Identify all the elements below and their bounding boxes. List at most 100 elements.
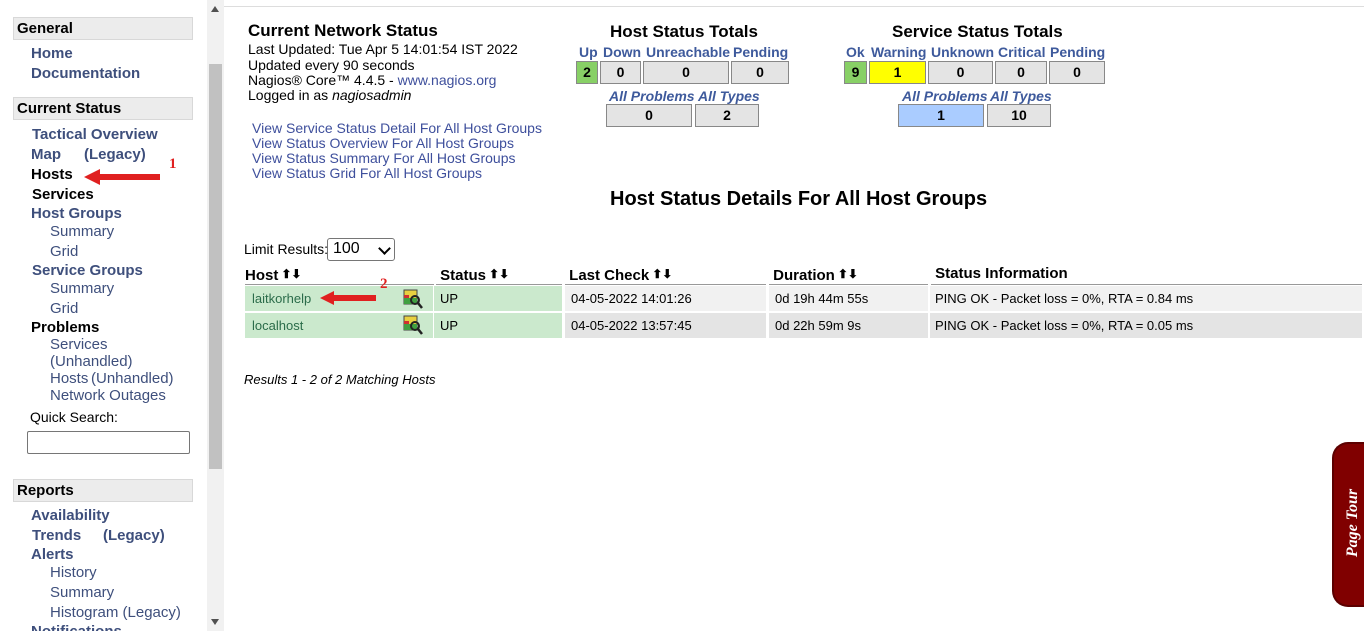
table-row-info: PING OK - Packet loss = 0%, RTA = 0.05 m… <box>930 313 1362 338</box>
host-totals-pending-header[interactable]: Pending <box>733 44 788 60</box>
nav-alerts-histogram[interactable]: Histogram (Legacy) <box>50 604 181 621</box>
nav-trends-legacy[interactable]: (Legacy) <box>103 527 165 544</box>
nav-availability[interactable]: Availability <box>31 507 110 524</box>
host-all-types-header[interactable]: All Types <box>698 88 760 104</box>
nav-tactical-overview[interactable]: Tactical Overview <box>32 126 158 143</box>
nav-service-groups-summary[interactable]: Summary <box>50 280 114 297</box>
table-row-info: PING OK - Packet loss = 0%, RTA = 0.84 m… <box>930 286 1362 311</box>
annotation-arrow-1 <box>84 169 160 185</box>
sort-arrows-icon[interactable]: ⬆⬇ <box>281 267 301 281</box>
main-content: Current Network Status Last Updated: Tue… <box>224 0 1364 631</box>
nav-problems-hosts-unhandled[interactable]: (Unhandled) <box>91 370 174 387</box>
column-header-last-check[interactable]: Last Check ⬆⬇ <box>565 264 766 285</box>
nav-problems[interactable]: Problems <box>31 319 99 336</box>
nagios-link[interactable]: www.nagios.org <box>398 72 497 88</box>
nav-notifications[interactable]: Notifications <box>31 623 122 631</box>
service-totals-ok-value[interactable]: 9 <box>844 61 867 84</box>
service-all-problems-value[interactable]: 1 <box>898 104 984 127</box>
nav-problems-services-unhandled[interactable]: (Unhandled) <box>50 353 133 370</box>
service-totals-warning-header[interactable]: Warning <box>871 44 926 60</box>
quick-search-input[interactable] <box>27 431 190 454</box>
annotation-arrow-2 <box>320 291 376 305</box>
sidebar-header-reports: Reports <box>13 479 193 502</box>
nav-host-groups[interactable]: Host Groups <box>31 205 122 222</box>
nav-map-legacy[interactable]: (Legacy) <box>84 146 146 163</box>
annotation-number-1: 1 <box>169 156 177 172</box>
page-tour-button[interactable]: Page Tour <box>1332 442 1364 607</box>
link-status-grid[interactable]: View Status Grid For All Host Groups <box>252 165 482 181</box>
host-detail-icon[interactable] <box>403 315 423 335</box>
nav-host-groups-summary[interactable]: Summary <box>50 223 114 240</box>
sort-arrows-icon[interactable]: ⬆⬇ <box>489 267 509 281</box>
limit-results-label: Limit Results: <box>244 241 329 257</box>
nav-hosts[interactable]: Hosts <box>31 166 73 183</box>
link-status-summary[interactable]: View Status Summary For All Host Groups <box>252 150 516 166</box>
service-totals-pending-header[interactable]: Pending <box>1050 44 1105 60</box>
nav-problems-hosts[interactable]: Hosts <box>50 370 88 387</box>
service-totals-unknown-value[interactable]: 0 <box>928 61 993 84</box>
column-header-host[interactable]: Host ⬆⬇ <box>245 264 434 285</box>
host-totals-up-value[interactable]: 2 <box>576 61 598 84</box>
nav-map[interactable]: Map <box>31 146 61 163</box>
host-totals-down-header[interactable]: Down <box>603 44 641 60</box>
host-link-laitkorhelp[interactable]: laitkorhelp <box>245 291 311 306</box>
nav-documentation[interactable]: Documentation <box>31 65 140 82</box>
column-header-status[interactable]: Status ⬆⬇ <box>436 264 562 285</box>
host-totals-down-value[interactable]: 0 <box>600 61 641 84</box>
host-detail-icon[interactable] <box>403 289 423 309</box>
host-totals-pending-value[interactable]: 0 <box>731 61 789 84</box>
service-totals-title: Service Status Totals <box>892 22 1063 41</box>
link-service-status-detail[interactable]: View Service Status Detail For All Host … <box>252 120 542 136</box>
scroll-down-icon[interactable] <box>211 619 219 625</box>
nav-service-groups[interactable]: Service Groups <box>32 262 143 279</box>
nav-alerts-summary[interactable]: Summary <box>50 584 114 601</box>
sort-arrows-icon[interactable]: ⬆⬇ <box>838 267 858 281</box>
service-totals-unknown-header[interactable]: Unknown <box>931 44 994 60</box>
host-all-problems-value[interactable]: 0 <box>606 104 692 127</box>
annotation-number-2: 2 <box>380 276 388 292</box>
nav-trends[interactable]: Trends <box>32 527 81 544</box>
service-all-types-value[interactable]: 10 <box>987 104 1051 127</box>
nav-services[interactable]: Services <box>32 186 94 203</box>
column-header-status-information: Status Information <box>931 264 1362 285</box>
nav-service-groups-grid[interactable]: Grid <box>50 300 78 317</box>
table-row-duration: 0d 22h 59m 9s <box>769 313 928 338</box>
link-status-overview[interactable]: View Status Overview For All Host Groups <box>252 135 514 151</box>
logged-user: nagiosadmin <box>332 87 412 103</box>
host-link-localhost[interactable]: localhost <box>245 318 303 333</box>
host-all-types-value[interactable]: 2 <box>695 104 759 127</box>
nav-alerts[interactable]: Alerts <box>31 546 74 563</box>
nav-alerts-history[interactable]: History <box>50 564 97 581</box>
nav-home[interactable]: Home <box>31 45 73 62</box>
service-all-problems-header[interactable]: All Problems <box>902 88 988 104</box>
service-totals-warning-value[interactable]: 1 <box>869 61 926 84</box>
nav-problems-services[interactable]: Services <box>50 336 108 353</box>
sidebar-scrollbar[interactable] <box>207 0 224 631</box>
core-version: Nagios® Core™ 4.4.5 - www.nagios.org <box>248 72 497 88</box>
sort-arrows-icon[interactable]: ⬆⬇ <box>652 267 672 281</box>
scroll-up-icon[interactable] <box>211 6 219 12</box>
table-row-duration: 0d 19h 44m 55s <box>769 286 928 311</box>
column-header-duration[interactable]: Duration ⬆⬇ <box>769 264 928 285</box>
scroll-thumb[interactable] <box>209 64 222 469</box>
sidebar: General Home Documentation Current Statu… <box>0 0 207 631</box>
service-totals-critical-value[interactable]: 0 <box>995 61 1047 84</box>
host-totals-up-header[interactable]: Up <box>579 44 598 60</box>
nav-host-groups-grid[interactable]: Grid <box>50 243 78 260</box>
page-tour-label: Page Tour <box>1344 488 1361 558</box>
limit-results-select[interactable]: 100 <box>327 238 395 261</box>
service-totals-ok-header[interactable]: Ok <box>846 44 865 60</box>
table-row-last-check: 04-05-2022 14:01:26 <box>565 286 766 311</box>
host-totals-unreachable-header[interactable]: Unreachable <box>646 44 730 60</box>
host-totals-unreachable-value[interactable]: 0 <box>643 61 729 84</box>
service-totals-pending-value[interactable]: 0 <box>1049 61 1105 84</box>
service-totals-critical-header[interactable]: Critical <box>998 44 1045 60</box>
host-all-problems-header[interactable]: All Problems <box>609 88 695 104</box>
last-updated: Last Updated: Tue Apr 5 14:01:54 IST 202… <box>248 41 518 57</box>
logged-in: Logged in as nagiosadmin <box>248 87 412 103</box>
results-count: Results 1 - 2 of 2 Matching Hosts <box>244 372 436 387</box>
service-all-types-header[interactable]: All Types <box>990 88 1052 104</box>
sidebar-header-current-status: Current Status <box>13 97 193 120</box>
table-row-last-check: 04-05-2022 13:57:45 <box>565 313 766 338</box>
nav-network-outages[interactable]: Network Outages <box>50 387 166 404</box>
